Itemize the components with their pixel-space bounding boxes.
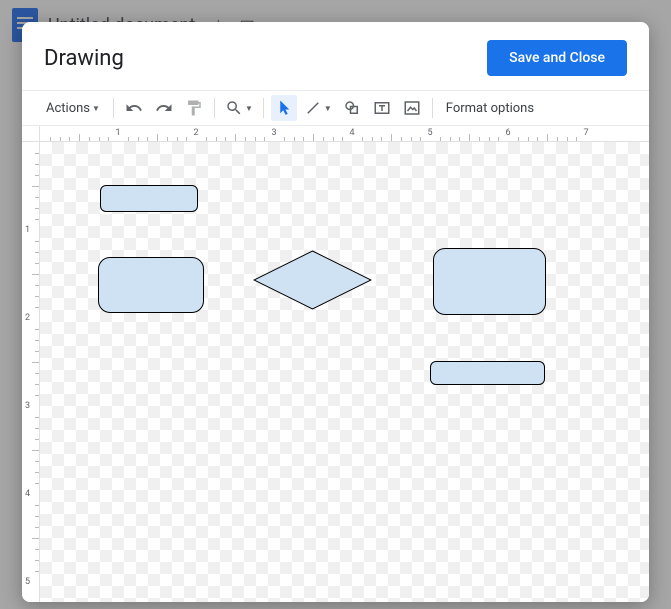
modal-title: Drawing (44, 46, 124, 71)
separator (113, 98, 114, 118)
drawing-toolbar: Actions▼ ▼ ▼ (22, 90, 649, 126)
select-tool[interactable] (271, 95, 297, 121)
paint-format-icon (185, 99, 203, 117)
actions-menu[interactable]: Actions▼ (40, 95, 106, 121)
format-options-button[interactable]: Format options (440, 95, 540, 121)
undo-button[interactable] (121, 95, 147, 121)
canvas-area: 1234567 12345 (22, 126, 649, 602)
line-tool-menu[interactable]: ▼ (301, 95, 335, 121)
shape-diamond[interactable] (253, 250, 372, 310)
image-tool[interactable] (399, 95, 425, 121)
textbox-tool[interactable] (369, 95, 395, 121)
redo-button[interactable] (151, 95, 177, 121)
shape-icon (343, 99, 361, 117)
shape-roundrect-small[interactable] (430, 361, 545, 385)
separator (432, 98, 433, 118)
zoom-menu[interactable]: ▼ (222, 95, 256, 121)
separator (263, 98, 264, 118)
textbox-icon (373, 99, 391, 117)
save-and-close-button[interactable]: Save and Close (487, 40, 627, 76)
cursor-icon (275, 99, 293, 117)
ruler-horizontal: 1234567 (40, 126, 649, 142)
modal-header: Drawing Save and Close (22, 22, 649, 90)
undo-icon (125, 99, 143, 117)
ruler-corner (22, 126, 40, 142)
image-icon (403, 99, 421, 117)
separator (214, 98, 215, 118)
actions-label: Actions (46, 101, 90, 116)
shape-tool-menu[interactable] (339, 95, 365, 121)
drawing-modal: Drawing Save and Close Actions▼ ▼ ▼ (22, 22, 649, 602)
redo-icon (155, 99, 173, 117)
shape-roundrect-big[interactable] (98, 257, 204, 313)
ruler-vertical: 12345 (22, 142, 40, 602)
line-icon (304, 99, 322, 117)
shape-roundrect-small[interactable] (100, 185, 198, 212)
drawing-canvas[interactable] (40, 142, 649, 602)
paint-format-button[interactable] (181, 95, 207, 121)
zoom-icon (225, 99, 243, 117)
shape-roundrect-big[interactable] (433, 248, 546, 315)
